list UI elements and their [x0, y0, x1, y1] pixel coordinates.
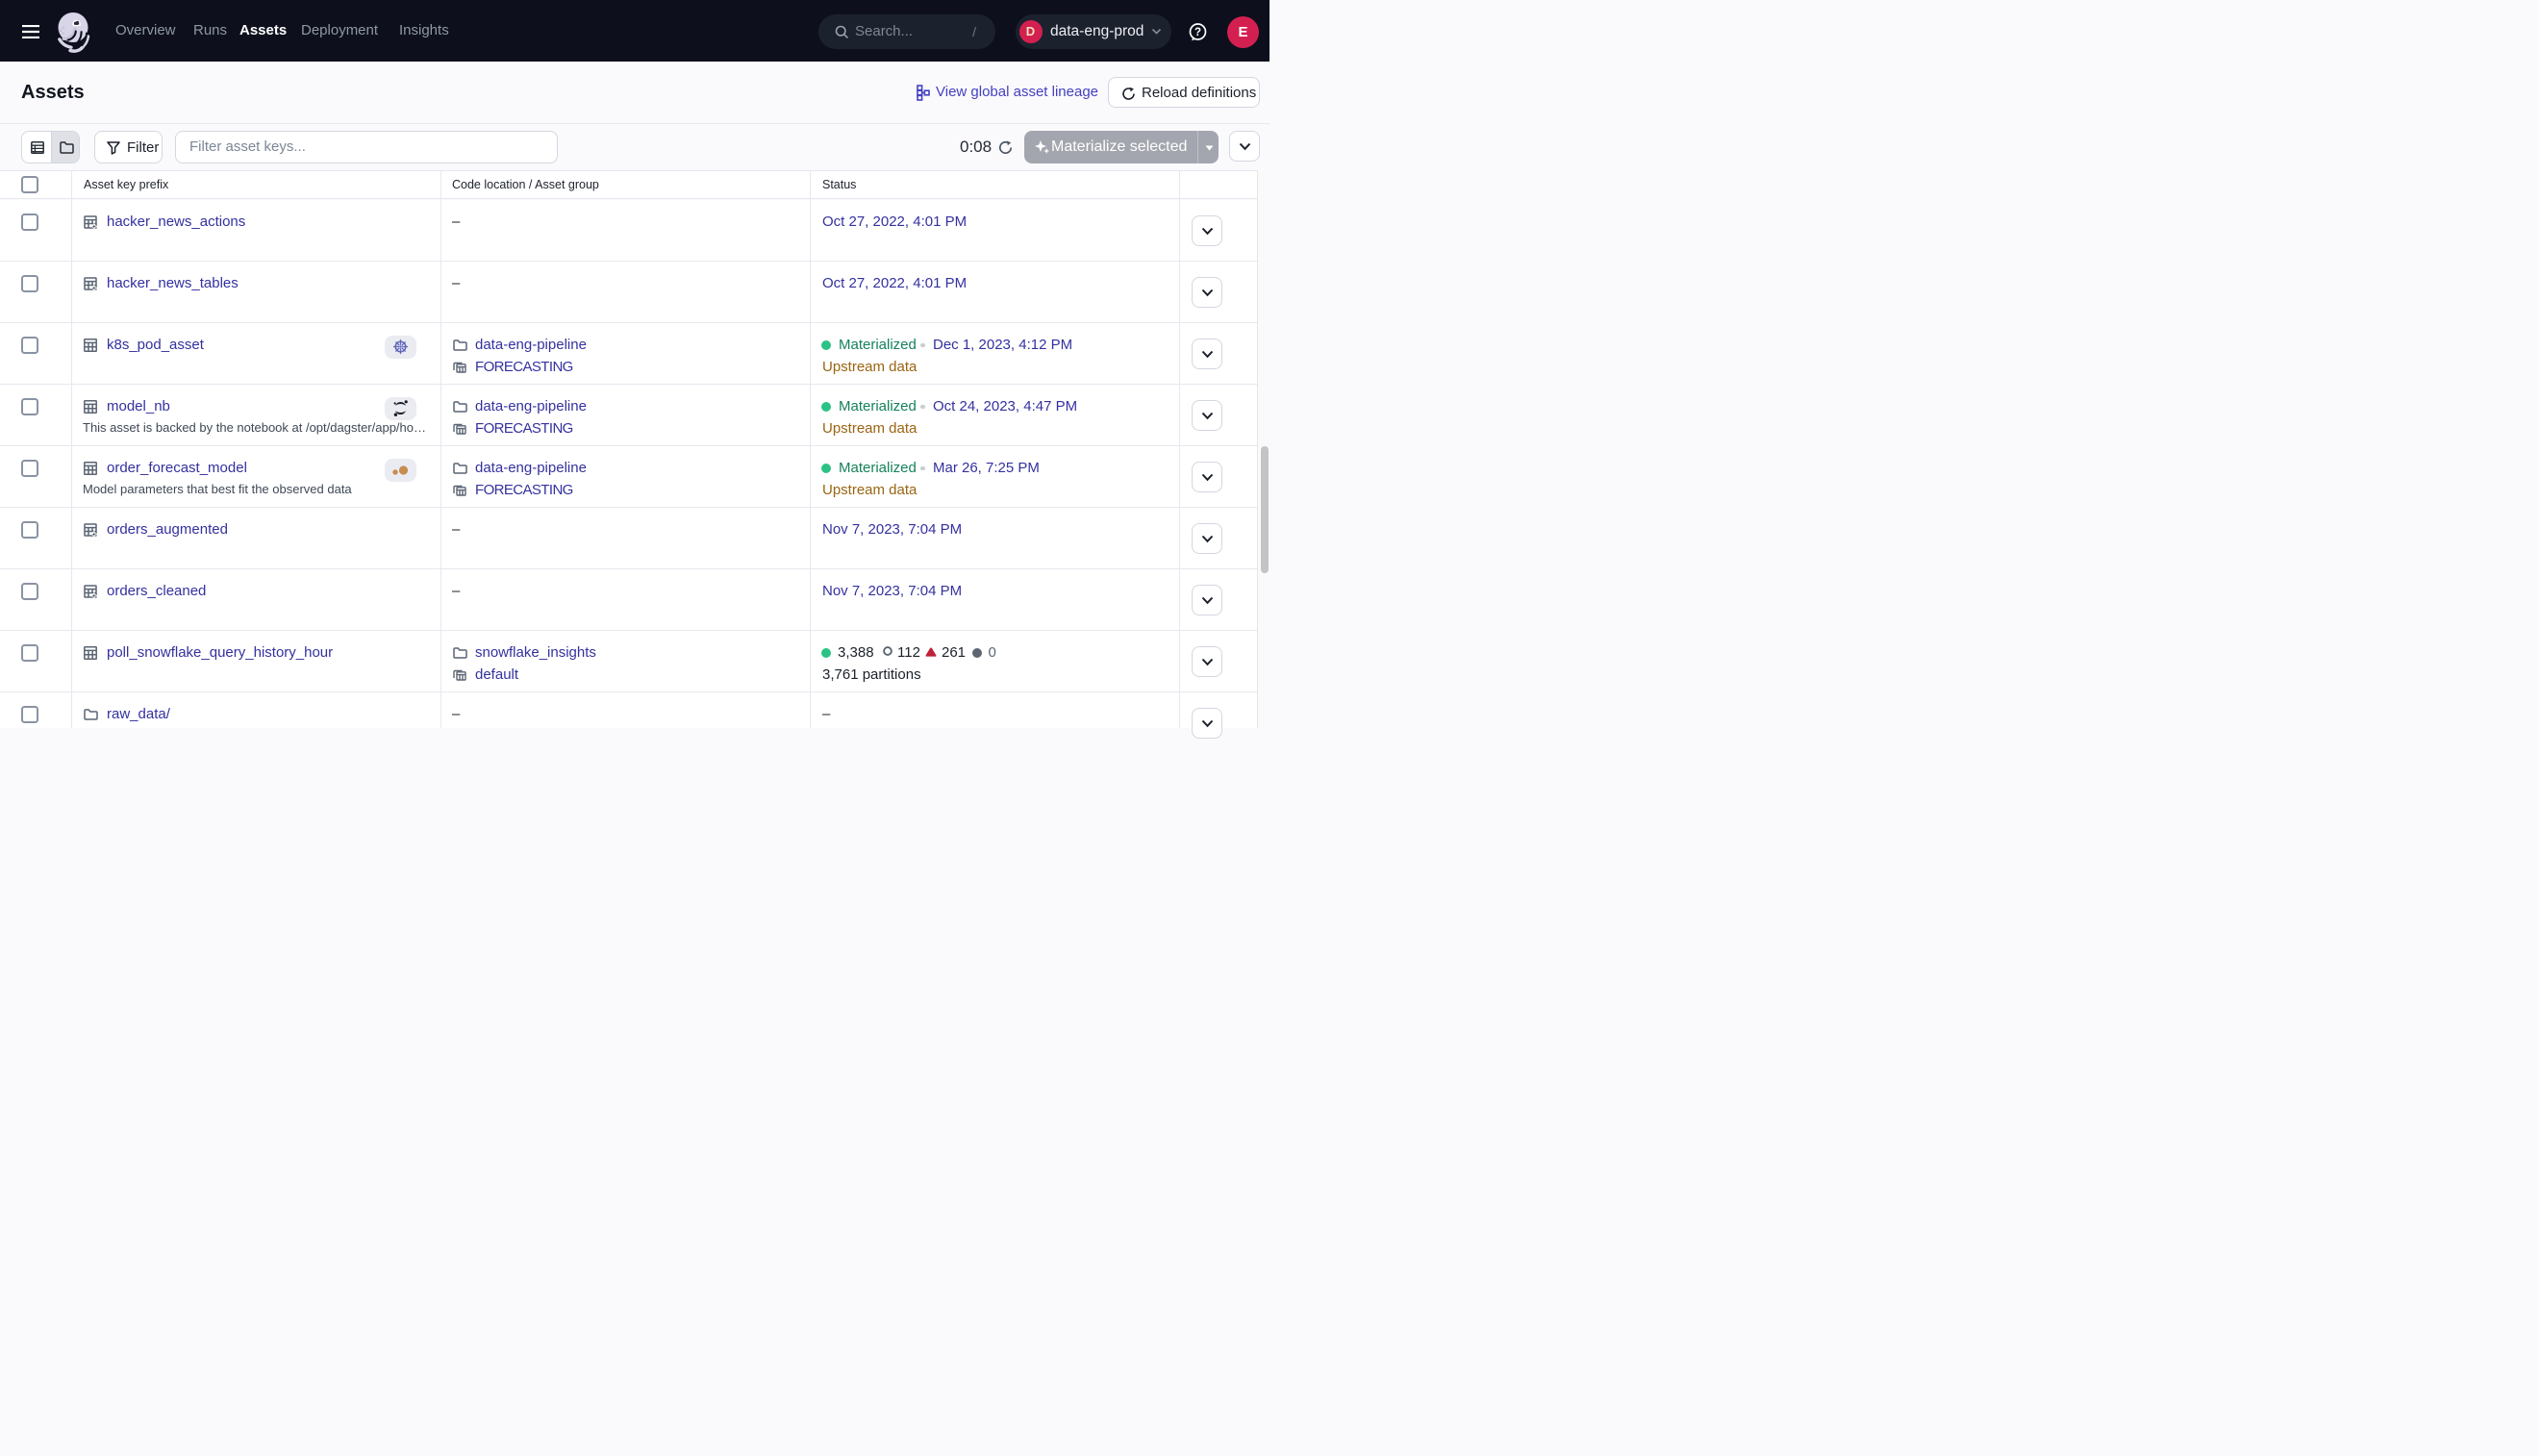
svg-text:?: ? [1194, 27, 1201, 38]
